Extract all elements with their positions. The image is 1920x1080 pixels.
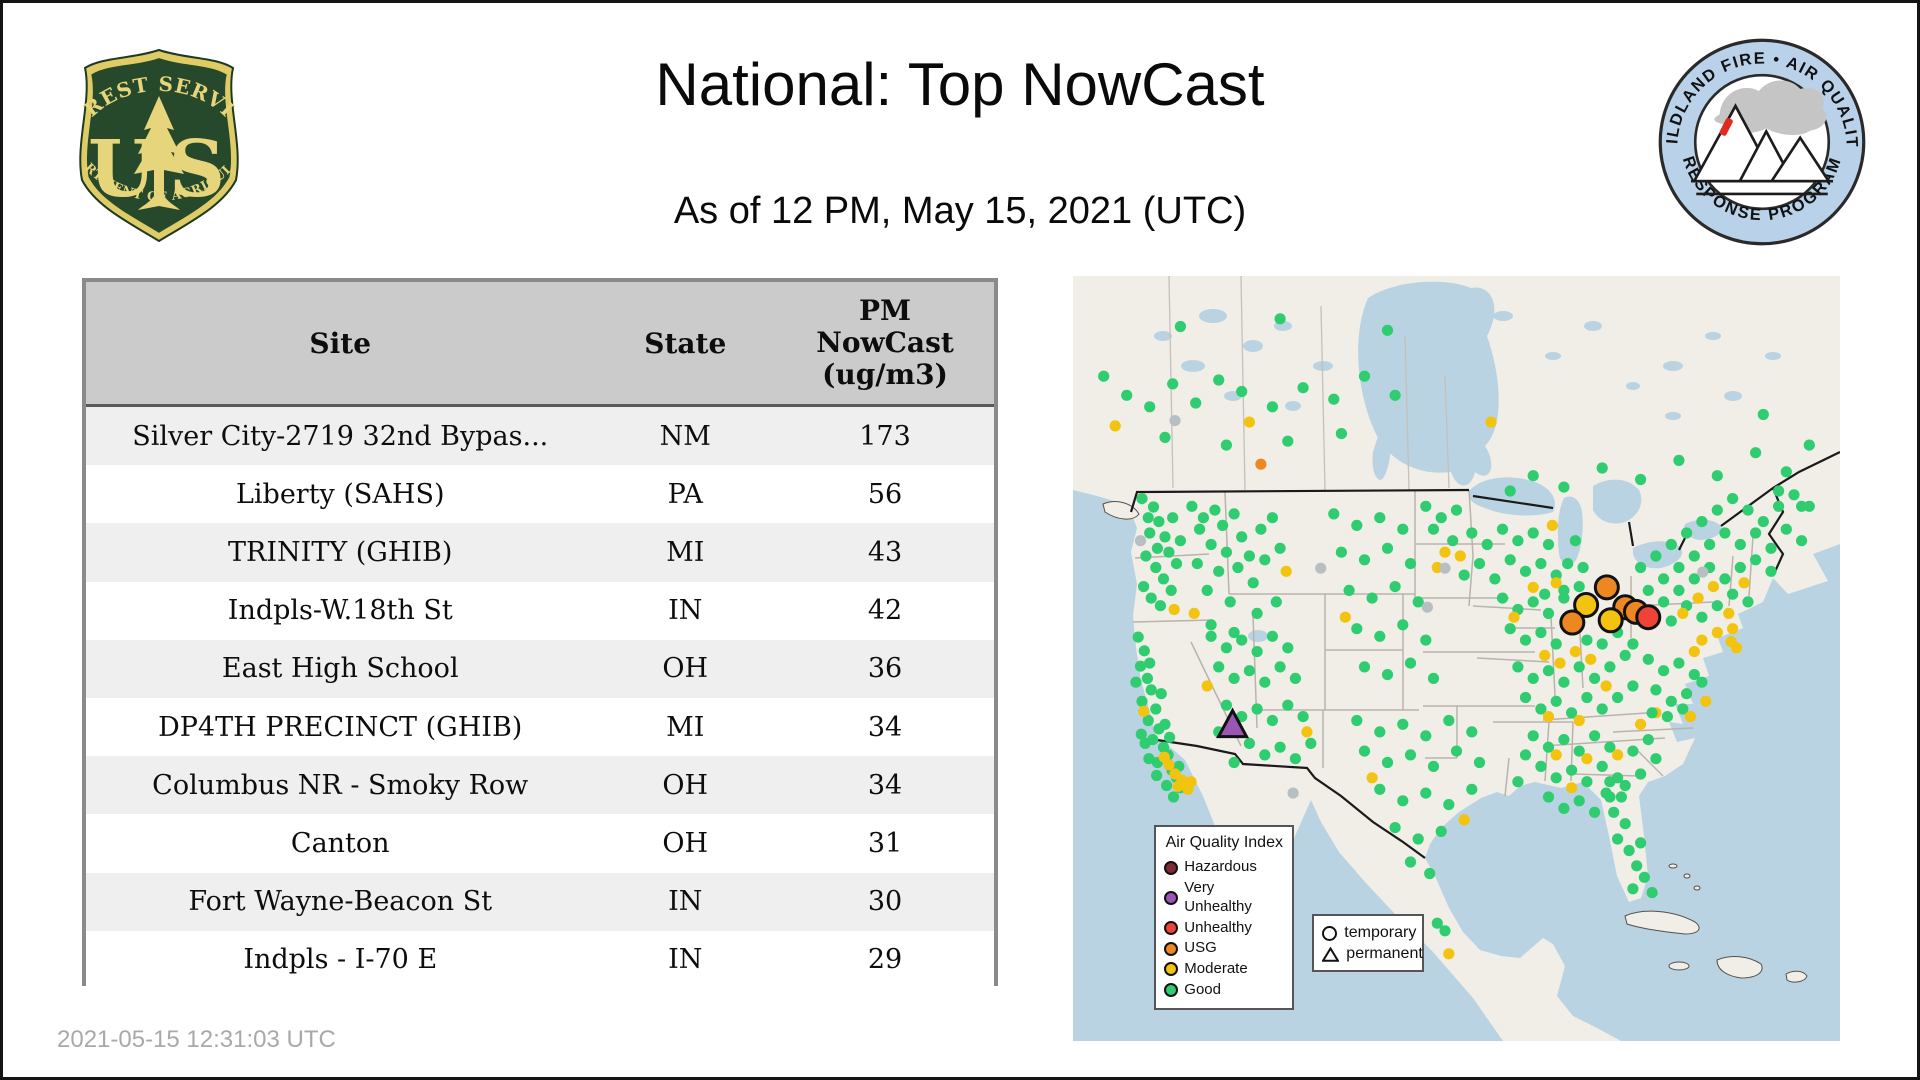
top-site-marker — [1561, 611, 1584, 634]
aqi-legend-label: Unhealthy — [1184, 919, 1252, 938]
table-row: Canton OH 31 — [86, 814, 994, 872]
table-row: Indpls - I-70 E IN 29 — [86, 931, 994, 989]
monitor-type-label: permanent — [1346, 944, 1423, 964]
table-row: Indpls-W.18th St IN 42 — [86, 582, 994, 640]
cell-value: 34 — [776, 770, 994, 801]
table-row: TRINITY (GHIB) MI 43 — [86, 523, 994, 581]
aqi-legend-item: Very Unhealthy — [1164, 879, 1284, 917]
top-nowcast-table: Site State PM NowCast (ug/m3) Silver Cit… — [82, 278, 998, 986]
aqi-legend-label: Hazardous — [1184, 858, 1257, 877]
top-site-marker — [1637, 606, 1660, 629]
page-subtitle: As of 12 PM, May 15, 2021 (UTC) — [300, 190, 1620, 233]
aqi-legend-label: Very Unhealthy — [1184, 879, 1284, 917]
monitor-type-label: temporary — [1344, 923, 1416, 943]
cell-site: Liberty (SAHS) — [86, 479, 594, 510]
column-header-site: Site — [86, 327, 594, 360]
cell-value: 34 — [776, 712, 994, 743]
table-body: Silver City-2719 32nd Bypas... NM 173 Li… — [86, 407, 994, 989]
cell-value: 29 — [776, 944, 994, 975]
cell-state: NM — [594, 421, 776, 452]
aqi-legend-label: USG — [1184, 939, 1217, 958]
aqi-legend: Air Quality Index Hazardous Very Unhealth… — [1154, 825, 1294, 1009]
cell-state: OH — [594, 653, 776, 684]
cell-value: 36 — [776, 653, 994, 684]
cell-state: OH — [594, 828, 776, 859]
aqi-legend-label: Good — [1184, 981, 1221, 1000]
table-row: Columbus NR - Smoky Row OH 34 — [86, 756, 994, 814]
monitor-type-legend: temporarypermanent — [1312, 914, 1424, 972]
aqi-legend-item: Hazardous — [1164, 858, 1284, 877]
report-page: FOREST SERVICE U S DEPARTMENT OF AGRICUL… — [0, 0, 1920, 1080]
cell-site: Canton — [86, 828, 594, 859]
table-row: East High School OH 36 — [86, 640, 994, 698]
footer-timestamp: 2021-05-15 12:31:03 UTC — [57, 1026, 336, 1054]
temporary-circle-icon — [1322, 926, 1337, 941]
aqi-map: Air Quality Index Hazardous Very Unhealth… — [1073, 276, 1840, 1041]
aqi-legend-item: Good — [1164, 981, 1284, 1000]
cell-value: 43 — [776, 537, 994, 568]
aqi-legend-item: Moderate — [1164, 960, 1284, 979]
cell-value: 30 — [776, 886, 994, 917]
aqi-legend-title: Air Quality Index — [1164, 833, 1284, 853]
cell-site: Silver City-2719 32nd Bypas... — [86, 421, 594, 452]
cell-state: IN — [594, 944, 776, 975]
table-row: Liberty (SAHS) PA 56 — [86, 465, 994, 523]
cell-site: Indpls - I-70 E — [86, 944, 594, 975]
cell-site: Fort Wayne-Beacon St — [86, 886, 594, 917]
cell-state: IN — [594, 595, 776, 626]
table-header-row: Site State PM NowCast (ug/m3) — [86, 282, 994, 407]
permanent-triangle-icon — [1322, 947, 1339, 962]
column-header-state: State — [594, 327, 776, 360]
top-site-marker — [1599, 609, 1622, 632]
monitor-type-item: temporary — [1322, 923, 1414, 943]
aqi-legend-item: USG — [1164, 939, 1284, 958]
cell-state: IN — [594, 886, 776, 917]
cell-state: MI — [594, 712, 776, 743]
cell-value: 42 — [776, 595, 994, 626]
monitor-type-item: permanent — [1322, 944, 1414, 964]
aqi-legend-item: Unhealthy — [1164, 919, 1284, 938]
cell-state: PA — [594, 479, 776, 510]
aqi-legend-label: Moderate — [1184, 960, 1247, 979]
aqi-color-dot — [1164, 962, 1178, 976]
cell-site: East High School — [86, 653, 594, 684]
monitor-type-items: temporarypermanent — [1322, 923, 1414, 964]
aqi-legend-items: Hazardous Very Unhealthy UnhealthyUSG Moder… — [1164, 858, 1284, 999]
cell-state: MI — [594, 537, 776, 568]
cell-site: TRINITY (GHIB) — [86, 537, 594, 568]
cell-state: OH — [594, 770, 776, 801]
aqi-color-dot — [1164, 861, 1178, 875]
table-row: DP4TH PRECINCT (GHIB) MI 34 — [86, 698, 994, 756]
aqi-color-dot — [1164, 921, 1178, 935]
column-header-pm-nowcast: PM NowCast (ug/m3) — [776, 295, 994, 392]
table-row: Silver City-2719 32nd Bypas... NM 173 — [86, 407, 994, 465]
aqi-color-dot — [1164, 891, 1178, 905]
table-row: Fort Wayne-Beacon St IN 30 — [86, 873, 994, 931]
cell-value: 173 — [776, 421, 994, 452]
forest-service-logo: FOREST SERVICE U S DEPARTMENT OF AGRICUL… — [64, 44, 254, 244]
top-site-marker — [1595, 576, 1618, 599]
cell-site: DP4TH PRECINCT (GHIB) — [86, 712, 594, 743]
cell-value: 31 — [776, 828, 994, 859]
page-title: National: Top NowCast — [300, 50, 1620, 119]
aqi-color-dot — [1164, 942, 1178, 956]
wfaqrp-logo: WILDLAND FIRE • AIR QUALITY RESPONSE PRO… — [1656, 36, 1868, 248]
cell-value: 56 — [776, 479, 994, 510]
aqi-color-dot — [1164, 983, 1178, 997]
cell-site: Columbus NR - Smoky Row — [86, 770, 594, 801]
cell-site: Indpls-W.18th St — [86, 595, 594, 626]
